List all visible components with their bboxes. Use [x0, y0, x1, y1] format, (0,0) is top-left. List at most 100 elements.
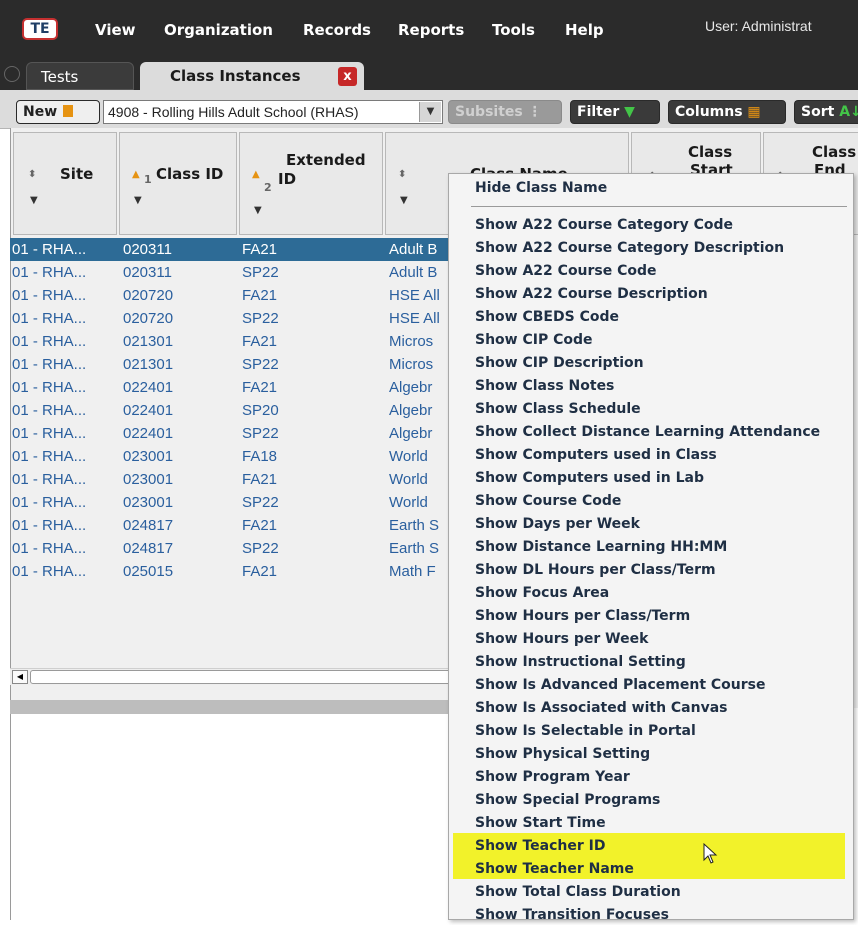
cell-class-name: Algebr: [389, 402, 433, 419]
menu-reports[interactable]: Reports: [398, 20, 464, 40]
menu-item-show-column[interactable]: Show CIP Code: [475, 331, 593, 350]
close-tab-icon[interactable]: x: [338, 67, 357, 86]
menu-item-show-column[interactable]: Show CIP Description: [475, 354, 644, 373]
tab-tests[interactable]: Tests: [26, 62, 134, 90]
filter-button[interactable]: Filter ▼: [570, 100, 660, 124]
cell-class-id: 020720: [123, 287, 174, 304]
table-row[interactable]: 01 - RHA... 020311 SP22 Adult B: [10, 261, 456, 284]
cell-site: 01 - RHA...: [12, 402, 87, 419]
menu-item-hide-class-name[interactable]: Hide Class Name: [475, 179, 607, 198]
menu-item-show-column[interactable]: Show Is Selectable in Portal: [475, 722, 696, 741]
menu-item-show-column[interactable]: Show Course Code: [475, 492, 621, 511]
column-filter-icon[interactable]: ▼: [30, 195, 38, 206]
menu-item-show-column[interactable]: Show Instructional Setting: [475, 653, 686, 672]
table-row[interactable]: 01 - RHA... 024817 FA21 Earth S: [10, 514, 456, 537]
column-header-class-id[interactable]: ▲ 1 Class ID ▼: [119, 132, 237, 235]
menu-item-show-column[interactable]: Show Computers used in Lab: [475, 469, 704, 488]
menu-item-show-column[interactable]: Show Program Year: [475, 768, 630, 787]
table-row[interactable]: 01 - RHA... 022401 SP20 Algebr: [10, 399, 456, 422]
table-row[interactable]: 01 - RHA... 023001 SP22 World: [10, 491, 456, 514]
chevron-down-icon[interactable]: ▼: [419, 102, 441, 122]
cell-class-id: 024817: [123, 517, 174, 534]
toolbar: New 4908 - Rolling Hills Adult School (R…: [0, 90, 858, 129]
sort-ascending-icon[interactable]: ▲: [132, 169, 140, 180]
scrollbar-thumb[interactable]: [30, 670, 456, 684]
menu-item-show-column[interactable]: Show Physical Setting: [475, 745, 650, 764]
filter-label: Filter: [577, 104, 620, 120]
menu-item-show-column[interactable]: Show Computers used in Class: [475, 446, 717, 465]
horizontal-scrollbar[interactable]: ◀: [10, 668, 456, 685]
menu-item-show-column[interactable]: Show Days per Week: [475, 515, 640, 534]
menu-item-show-column[interactable]: Show Distance Learning HH:MM: [475, 538, 727, 557]
menu-organization[interactable]: Organization: [164, 20, 273, 40]
menu-item-show-column[interactable]: Show Class Schedule: [475, 400, 641, 419]
tab-scroll-icon[interactable]: [4, 66, 20, 82]
menu-item-show-column[interactable]: Show A22 Course Category Description: [475, 239, 784, 258]
cell-extended-id: FA21: [242, 241, 278, 258]
app-logo[interactable]: TE: [22, 18, 58, 40]
cell-class-name: Algebr: [389, 425, 433, 442]
menu-item-show-column[interactable]: Show Focus Area: [475, 584, 609, 603]
cell-class-id: 024817: [123, 540, 174, 557]
cell-class-id: 022401: [123, 402, 174, 419]
menu-item-show-column[interactable]: Show DL Hours per Class/Term: [475, 561, 716, 580]
tab-class-instances[interactable]: Class Instances x: [140, 62, 364, 90]
menu-records[interactable]: Records: [303, 20, 371, 40]
column-filter-icon[interactable]: ▼: [254, 205, 262, 216]
column-header-extended-id[interactable]: ▲ 2 Extended ID ▼: [239, 132, 383, 235]
table-row[interactable]: 01 - RHA... 023001 FA18 World: [10, 445, 456, 468]
menu-item-show-column[interactable]: Show Start Time: [475, 814, 606, 833]
menu-item-show-column[interactable]: Show A22 Course Code: [475, 262, 657, 281]
table-row[interactable]: 01 - RHA... 024817 SP22 Earth S: [10, 537, 456, 560]
sort-ascending-icon[interactable]: ▲: [252, 169, 260, 180]
scroll-left-icon[interactable]: ◀: [12, 670, 28, 684]
cell-site: 01 - RHA...: [12, 241, 87, 258]
table-row[interactable]: 01 - RHA... 021301 FA21 Micros: [10, 330, 456, 353]
cell-site: 01 - RHA...: [12, 448, 87, 465]
sort-icon[interactable]: ⬍: [398, 169, 406, 180]
cell-extended-id: FA21: [242, 471, 278, 488]
menu-tools[interactable]: Tools: [492, 20, 535, 40]
column-filter-icon[interactable]: ▼: [400, 195, 408, 206]
filter-icon: ▼: [624, 104, 635, 120]
menu-item-show-column[interactable]: Show CBEDS Code: [475, 308, 619, 327]
site-select[interactable]: 4908 - Rolling Hills Adult School (RHAS): [103, 100, 443, 124]
menu-item-show-teacher-name[interactable]: Show Teacher Name: [475, 860, 634, 879]
cell-class-id: 020311: [123, 264, 172, 281]
menu-help[interactable]: Help: [565, 20, 604, 40]
column-header-site[interactable]: ⬍ Site ▼: [13, 132, 117, 235]
menu-item-show-teacher-id[interactable]: Show Teacher ID: [475, 837, 605, 856]
cell-class-name: Adult B: [389, 264, 438, 281]
menu-item-show-column[interactable]: Show Is Associated with Canvas: [475, 699, 728, 718]
table-row[interactable]: 01 - RHA... 022401 FA21 Algebr: [10, 376, 456, 399]
table-row[interactable]: 01 - RHA... 025015 FA21 Math F: [10, 560, 456, 583]
table-row[interactable]: 01 - RHA... 020720 SP22 HSE All: [10, 307, 456, 330]
menu-item-show-column[interactable]: Show Class Notes: [475, 377, 614, 396]
cell-class-name: Earth S: [389, 517, 440, 534]
table-row[interactable]: 01 - RHA... 022401 SP22 Algebr: [10, 422, 456, 445]
menu-item-show-column[interactable]: Show Special Programs: [475, 791, 660, 810]
subsites-button[interactable]: Subsites ⋮: [448, 100, 562, 124]
menu-item-show-column[interactable]: Show Is Advanced Placement Course: [475, 676, 766, 695]
sort-button[interactable]: Sort A↓: [794, 100, 858, 124]
table-row[interactable]: 01 - RHA... 023001 FA21 World: [10, 468, 456, 491]
column-filter-icon[interactable]: ▼: [134, 195, 142, 206]
menu-item-show-column[interactable]: Show Transition Focuses: [475, 906, 669, 925]
menu-view[interactable]: View: [95, 20, 136, 40]
columns-button[interactable]: Columns ▦: [668, 100, 786, 124]
table-row[interactable]: 01 - RHA... 020311 FA21 Adult B: [10, 238, 456, 261]
sort-icon[interactable]: ⬍: [28, 169, 36, 180]
menu-item-show-column[interactable]: Show Total Class Duration: [475, 883, 681, 902]
new-button[interactable]: New: [16, 100, 100, 124]
columns-icon: ▦: [747, 104, 761, 120]
menu-item-show-column[interactable]: Show A22 Course Description: [475, 285, 708, 304]
table-row[interactable]: 01 - RHA... 020720 FA21 HSE All: [10, 284, 456, 307]
menu-bar: TE View Organization Records Reports Too…: [0, 0, 858, 58]
tab-class-instances-label: Class Instances: [170, 67, 301, 85]
table-row[interactable]: 01 - RHA... 021301 SP22 Micros: [10, 353, 456, 376]
cell-extended-id: SP22: [242, 425, 279, 442]
menu-item-show-column[interactable]: Show Hours per Week: [475, 630, 648, 649]
menu-item-show-column[interactable]: Show A22 Course Category Code: [475, 216, 733, 235]
menu-item-show-column[interactable]: Show Collect Distance Learning Attendanc…: [475, 423, 820, 442]
menu-item-show-column[interactable]: Show Hours per Class/Term: [475, 607, 690, 626]
